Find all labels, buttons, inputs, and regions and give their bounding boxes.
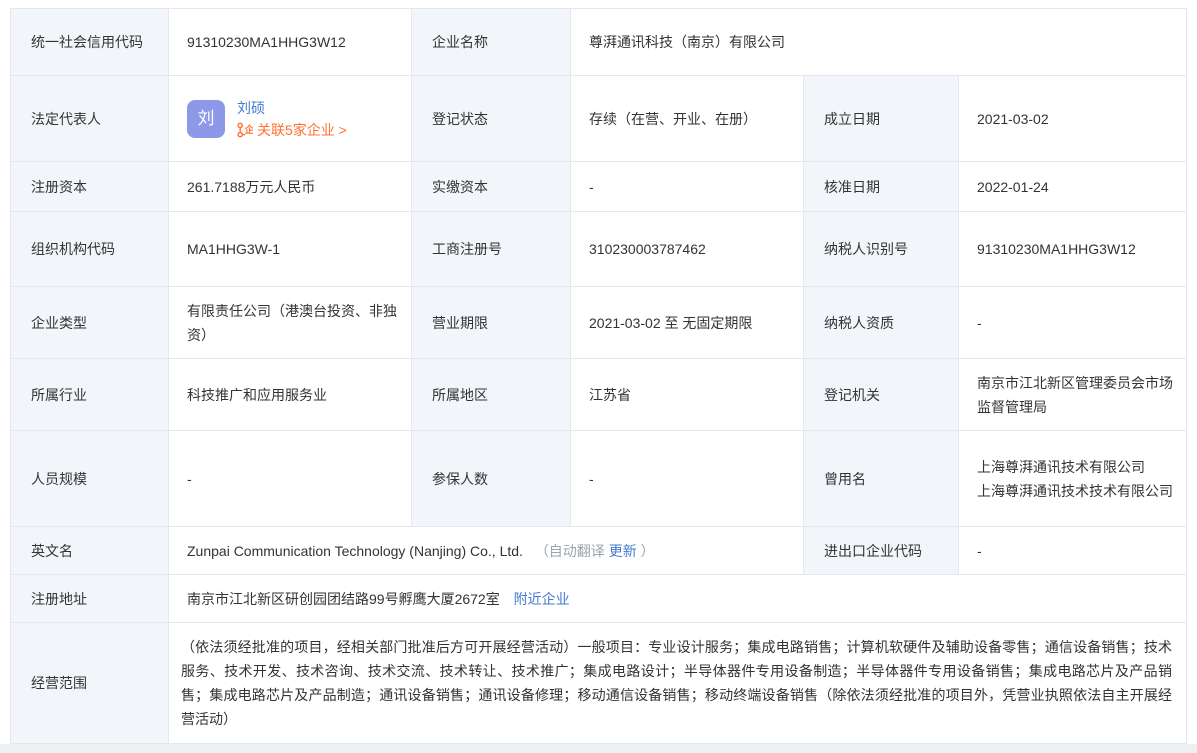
row-company-type: 企业类型 有限责任公司（港澳台投资、非独资） 营业期限 2021-03-02 至… [11,287,1187,359]
legal-rep-avatar[interactable]: 刘 [187,100,225,138]
label-reg-capital: 注册资本 [11,162,169,212]
related-companies-label: 关联5家企业 > [257,119,347,141]
auto-translate-note: （自动翻译 更新 ） [535,543,655,559]
reg-address-text: 南京市江北新区研创园团结路99号孵鹰大厦2672室 [187,591,500,607]
english-name-text: Zunpai Communication Technology (Nanjing… [187,543,523,559]
legal-rep-name-link[interactable]: 刘硕 [237,97,347,119]
value-legal-rep: 刘 刘硕 企 关联5家企业 > [169,76,412,162]
label-insured-count: 参保人数 [412,431,571,527]
label-staff-size: 人员规模 [11,431,169,527]
value-reg-authority: 南京市江北新区管理委员会市场监督管理局 [959,359,1187,431]
label-approval-date: 核准日期 [804,162,959,212]
label-business-scope: 经营范围 [11,623,169,744]
label-business-term: 营业期限 [412,287,571,359]
label-reg-status: 登记状态 [412,76,571,162]
value-taxpayer-quality: - [959,287,1187,359]
label-company-name: 企业名称 [412,9,571,76]
value-reg-status: 存续（在营、开业、在册） [571,76,804,162]
row-credit-code: 统一社会信用代码 91310230MA1HHG3W12 企业名称 尊湃通讯科技（… [11,9,1187,76]
row-industry: 所属行业 科技推广和应用服务业 所属地区 江苏省 登记机关 南京市江北新区管理委… [11,359,1187,431]
company-registration-page: 统一社会信用代码 91310230MA1HHG3W12 企业名称 尊湃通讯科技（… [0,0,1197,753]
former-name-2: 上海尊湃通讯技术技术有限公司 [977,479,1174,503]
label-former-names: 曾用名 [804,431,959,527]
nearby-companies-link[interactable]: 附近企业 [514,591,570,607]
page-bottom-strip [0,744,1197,753]
value-establish-date: 2021-03-02 [959,76,1187,162]
value-credit-code: 91310230MA1HHG3W12 [169,9,412,76]
label-paid-capital: 实缴资本 [412,162,571,212]
value-english-name: Zunpai Communication Technology (Nanjing… [169,527,804,575]
row-business-scope: 经营范围 （依法须经批准的项目，经相关部门批准后方可开展经营活动）一般项目：专业… [11,623,1187,744]
row-staff: 人员规模 - 参保人数 - 曾用名 上海尊湃通讯技术有限公司 上海尊湃通讯技术技… [11,431,1187,527]
value-company-type: 有限责任公司（港澳台投资、非独资） [169,287,412,359]
label-taxpayer-id: 纳税人识别号 [804,212,959,287]
label-company-type: 企业类型 [11,287,169,359]
row-english-name: 英文名 Zunpai Communication Technology (Nan… [11,527,1187,575]
value-reg-capital: 261.7188万元人民币 [169,162,412,212]
value-org-code: MA1HHG3W-1 [169,212,412,287]
value-former-names: 上海尊湃通讯技术有限公司 上海尊湃通讯技术技术有限公司 [959,431,1187,527]
value-approval-date: 2022-01-24 [959,162,1187,212]
label-establish-date: 成立日期 [804,76,959,162]
value-taxpayer-id: 91310230MA1HHG3W12 [959,212,1187,287]
svg-text:企: 企 [244,124,253,136]
company-info-table: 统一社会信用代码 91310230MA1HHG3W12 企业名称 尊湃通讯科技（… [10,8,1187,744]
label-org-code: 组织机构代码 [11,212,169,287]
value-paid-capital: - [571,162,804,212]
row-legal-rep: 法定代表人 刘 刘硕 企 [11,76,1187,162]
value-business-term: 2021-03-02 至 无固定期限 [571,287,804,359]
related-companies-icon: 企 [237,122,253,138]
label-business-reg-no: 工商注册号 [412,212,571,287]
label-industry: 所属行业 [11,359,169,431]
label-reg-authority: 登记机关 [804,359,959,431]
row-capital: 注册资本 261.7188万元人民币 实缴资本 - 核准日期 2022-01-2… [11,162,1187,212]
update-translation-link[interactable]: 更新 [609,543,637,559]
label-import-export-code: 进出口企业代码 [804,527,959,575]
former-name-1: 上海尊湃通讯技术有限公司 [977,455,1174,479]
label-taxpayer-quality: 纳税人资质 [804,287,959,359]
label-legal-rep: 法定代表人 [11,76,169,162]
value-company-name: 尊湃通讯科技（南京）有限公司 [571,9,1187,76]
label-region: 所属地区 [412,359,571,431]
label-reg-address: 注册地址 [11,575,169,623]
value-business-scope: （依法须经批准的项目，经相关部门批准后方可开展经营活动）一般项目：专业设计服务；… [169,623,1187,744]
row-reg-address: 注册地址 南京市江北新区研创园团结路99号孵鹰大厦2672室 附近企业 [11,575,1187,623]
value-business-reg-no: 310230003787462 [571,212,804,287]
value-industry: 科技推广和应用服务业 [169,359,412,431]
value-insured-count: - [571,431,804,527]
value-region: 江苏省 [571,359,804,431]
row-codes: 组织机构代码 MA1HHG3W-1 工商注册号 310230003787462 … [11,212,1187,287]
value-import-export-code: - [959,527,1187,575]
label-credit-code: 统一社会信用代码 [11,9,169,76]
value-staff-size: - [169,431,412,527]
value-reg-address: 南京市江北新区研创园团结路99号孵鹰大厦2672室 附近企业 [169,575,1187,623]
label-english-name: 英文名 [11,527,169,575]
related-companies-link[interactable]: 企 关联5家企业 > [237,119,347,141]
